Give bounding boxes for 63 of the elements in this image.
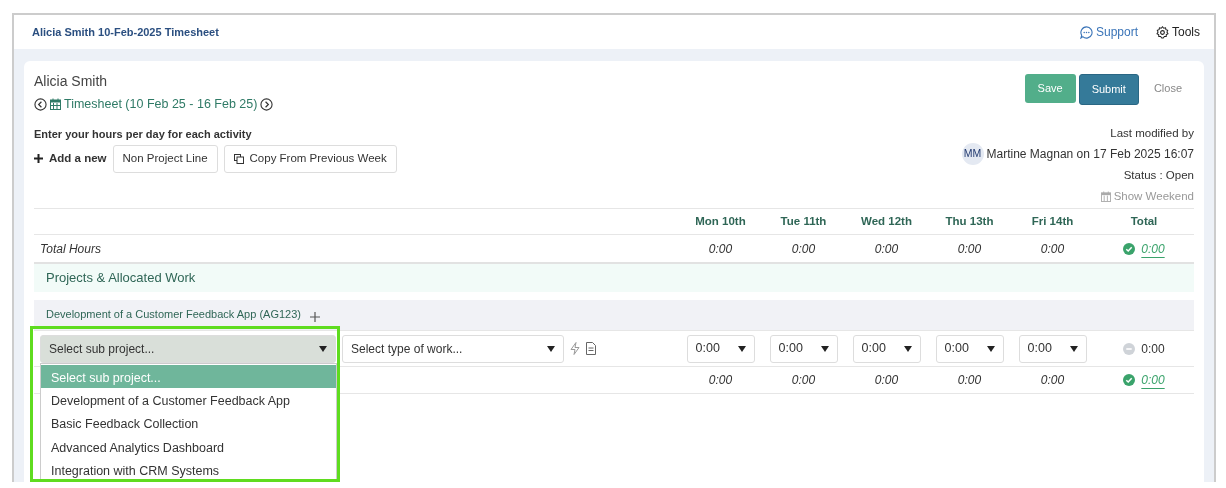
caret-icon — [319, 345, 327, 352]
dropdown-option[interactable]: Advanced Analytics Dashboard — [41, 434, 336, 459]
hours-value: 0:00 — [707, 372, 734, 389]
hours-value: 0:00 — [873, 240, 900, 258]
status-text: Status : Open — [1123, 168, 1194, 181]
document-icon[interactable] — [586, 342, 596, 355]
settings-icon — [1156, 25, 1169, 39]
dropdown-option[interactable]: Basic Feedback Collection — [41, 411, 336, 435]
non-project-line-button[interactable]: Non Project Line — [112, 145, 218, 173]
caret-icon — [986, 345, 995, 352]
copy-week-button[interactable]: Copy From Previous Week — [223, 145, 397, 173]
caret-icon — [547, 345, 555, 352]
timesheet-period-link[interactable]: Timesheet (10 Feb 25 - 16 Feb 25) — [64, 95, 258, 114]
sub-project-dropdown[interactable]: Select sub project... — [40, 334, 336, 363]
hours-value: 0:00 — [1039, 372, 1066, 389]
total-hours: 0:00 — [1141, 340, 1165, 358]
hours-value: 0:00 — [956, 240, 983, 258]
hours-dropdown[interactable]: 0:00 — [852, 334, 921, 363]
caret-icon — [820, 345, 829, 352]
tools-link[interactable]: Tools — [1172, 23, 1200, 41]
project-name: Development of a Customer Feedback App (AG123) — [46, 306, 301, 322]
calendar-icon — [1100, 190, 1111, 202]
modified-by-text: Martine Magnan on 17 Feb 2025 16:07 — [986, 145, 1194, 163]
dropdown-option[interactable]: Development of a Customer Feedback App — [41, 387, 336, 412]
column-header: Thu 13th — [944, 213, 995, 229]
lightning-icon[interactable] — [570, 342, 580, 355]
chat-icon — [1079, 25, 1093, 39]
caret-icon — [1069, 345, 1078, 352]
hours-dropdown[interactable]: 0:00 — [935, 334, 1004, 363]
page-title: Alicia Smith 10-Feb-2025 Timesheet — [32, 24, 219, 40]
copy-icon — [233, 153, 244, 164]
work-type-dropdown[interactable]: Select type of work... — [342, 334, 564, 363]
caret-icon — [737, 345, 746, 352]
employee-name: Alicia Smith — [34, 72, 109, 91]
column-header: Tue 11th — [779, 213, 828, 229]
row-label: Total Hours — [39, 240, 102, 258]
user-avatar: MM — [961, 142, 984, 165]
hours-value: 0:00 — [707, 240, 734, 258]
hours-value: 0:00 — [1039, 240, 1066, 258]
close-button[interactable]: Close — [1141, 74, 1194, 103]
previous-icon[interactable] — [34, 97, 47, 111]
hours-value: 0:00 — [956, 372, 983, 389]
instructions-text: Enter your hours per day for each activity — [34, 126, 253, 142]
support-link[interactable]: Support — [1095, 23, 1138, 41]
column-header: Wed 12th — [860, 213, 913, 229]
section-title: Projects & Allocated Work — [46, 269, 196, 288]
submit-button[interactable]: Submit — [1078, 74, 1139, 105]
calendar-icon — [50, 98, 61, 111]
last-modified-label: Last modified by — [1110, 125, 1194, 141]
column-header: Fri 14th — [1030, 213, 1075, 229]
hours-dropdown[interactable]: 0:00 — [769, 334, 838, 363]
column-header: Total — [1129, 213, 1159, 229]
add-new-label: Add a new — [49, 151, 107, 167]
column-header: Mon 10th — [694, 213, 747, 229]
hours-dropdown[interactable]: 0:00 — [1018, 334, 1087, 363]
hours-value: 0:00 — [873, 372, 900, 389]
next-icon[interactable] — [260, 97, 274, 111]
dropdown-option[interactable]: Integration with CRM Systems — [41, 458, 336, 482]
hours-value: 0:00 — [790, 240, 817, 258]
caret-icon — [903, 345, 912, 352]
plus-icon — [34, 154, 43, 164]
hours-dropdown[interactable]: 0:00 — [686, 334, 755, 363]
hours-value: 0:00 — [790, 372, 817, 389]
